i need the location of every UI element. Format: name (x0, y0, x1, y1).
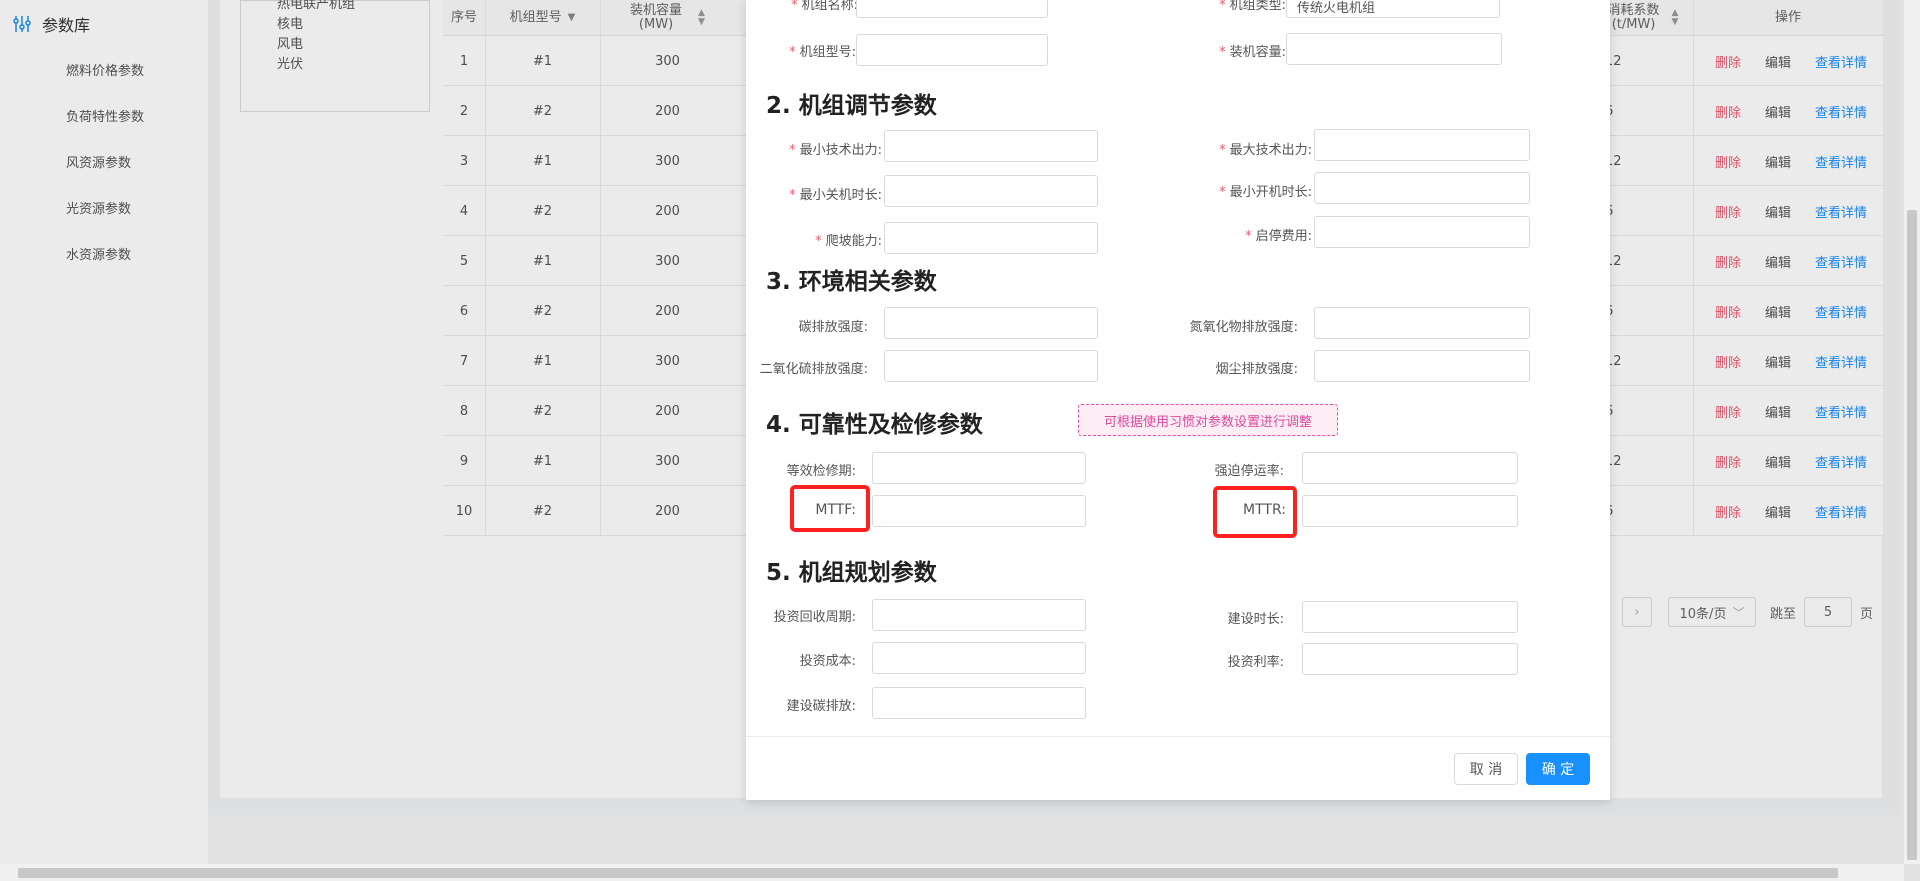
unit-model-label: * 机组型号: (789, 45, 856, 60)
carbon-intensity-label: 碳排放强度: (798, 320, 868, 335)
maintenance-period-label: 等效检修期: (786, 464, 856, 479)
interest-rate-input[interactable] (1302, 643, 1518, 675)
edit-unit-dialog: * 机组名称: * 机组类型: 传统火电机组 * 机组型号: * 装机容量: 2. 机组… (746, 0, 1610, 800)
section-environment-title: 3. 环境相关参数 (766, 269, 937, 295)
dialog-footer-divider (746, 736, 1610, 737)
scroll-thumb[interactable] (18, 868, 1838, 878)
unit-name-label: * 机组名称: (791, 0, 858, 13)
unit-model-input[interactable] (856, 34, 1048, 66)
payback-period-input[interactable] (872, 599, 1086, 631)
carbon-intensity-input[interactable] (884, 307, 1098, 339)
mttr-input[interactable] (1302, 495, 1518, 527)
unit-type-label: * 机组类型: (1219, 0, 1286, 13)
dust-intensity-input[interactable] (1314, 350, 1530, 382)
section-planning-title: 5. 机组规划参数 (766, 560, 937, 586)
unit-name-input[interactable] (856, 0, 1048, 18)
min-off-time-input[interactable] (884, 175, 1098, 207)
scroll-thumb[interactable] (1907, 210, 1917, 860)
interest-rate-label: 投资利率: (1227, 655, 1284, 670)
unit-type-select[interactable]: 传统火电机组 (1286, 0, 1500, 18)
adjust-tip-badge: 可根据使用习惯对参数设置进行调整 (1078, 404, 1338, 436)
unit-type-value: 传统火电机组 (1297, 1, 1376, 16)
construction-carbon-label: 建设碳排放: (786, 699, 856, 714)
dust-intensity-label: 烟尘排放强度: (1215, 362, 1298, 377)
horizontal-scrollbar[interactable] (0, 864, 1904, 881)
maintenance-period-input[interactable] (872, 452, 1086, 484)
min-output-label: * 最小技术出力: (789, 143, 882, 158)
ramp-input[interactable] (884, 222, 1098, 254)
startup-cost-input[interactable] (1314, 216, 1530, 248)
confirm-button[interactable]: 确 定 (1526, 753, 1590, 785)
startup-cost-label: * 启停费用: (1245, 229, 1312, 244)
mttr-highlight-box (1213, 486, 1297, 538)
nox-intensity-input[interactable] (1314, 307, 1530, 339)
vertical-scrollbar[interactable] (1904, 0, 1920, 864)
investment-cost-input[interactable] (872, 642, 1086, 674)
cancel-button[interactable]: 取 消 (1454, 753, 1518, 785)
build-time-input[interactable] (1302, 601, 1518, 633)
so2-intensity-input[interactable] (884, 350, 1098, 382)
min-on-time-input[interactable] (1314, 172, 1530, 204)
max-output-label: * 最大技术出力: (1219, 143, 1312, 158)
max-output-input[interactable] (1314, 129, 1530, 161)
section-reliability-title: 4. 可靠性及检修参数 (766, 412, 983, 438)
min-off-time-label: * 最小关机时长: (789, 188, 882, 203)
build-time-label: 建设时长: (1227, 612, 1284, 627)
payback-period-label: 投资回收周期: (773, 610, 856, 625)
forced-outage-input[interactable] (1302, 452, 1518, 484)
min-output-input[interactable] (884, 130, 1098, 162)
investment-cost-label: 投资成本: (799, 654, 856, 669)
nox-intensity-label: 氮氧化物排放强度: (1189, 320, 1298, 335)
so2-intensity-label: 二氧化硫排放强度: (759, 362, 868, 377)
min-on-time-label: * 最小开机时长: (1219, 185, 1312, 200)
capacity-label: * 装机容量: (1219, 45, 1286, 60)
capacity-input[interactable] (1286, 33, 1502, 65)
construction-carbon-input[interactable] (872, 687, 1086, 719)
ramp-label: * 爬坡能力: (815, 234, 882, 249)
section-regulation-title: 2. 机组调节参数 (766, 93, 937, 119)
mttf-highlight-box (790, 485, 870, 532)
forced-outage-label: 强迫停运率: (1214, 464, 1284, 479)
mttf-input[interactable] (872, 495, 1086, 527)
